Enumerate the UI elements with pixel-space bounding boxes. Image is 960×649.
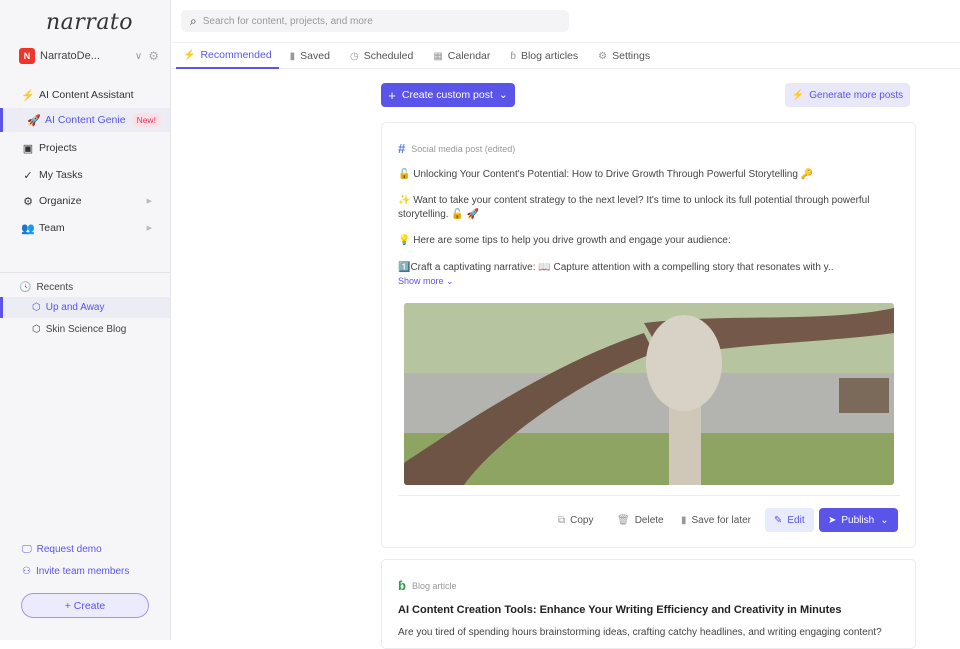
sidebar: narrato N NarratoDe... ∨ ⚙ ⚡ AI Content A…: [0, 0, 171, 640]
gear-icon: ⚙: [598, 50, 608, 62]
search-icon: ⌕: [190, 13, 197, 28]
tab-bar: ⚡ Recommended ▮ Saved ◷ Scheduled ▦ Calendar…: [171, 42, 960, 69]
bookmark-icon: ▮: [289, 50, 296, 62]
sidebar-item-ai-content-assistant[interactable]: ⚡ AI Content Assistant: [0, 83, 170, 107]
show-more-link[interactable]: Show more ⌄: [398, 276, 454, 287]
edit-button[interactable]: ✎ Edit: [765, 508, 814, 532]
delete-button[interactable]: 🗑 Delete: [617, 508, 664, 532]
tab-saved[interactable]: ▮ Saved: [281, 43, 339, 69]
post-line: 1️⃣Craft a captivating narrative: 📖 Capt…: [398, 262, 834, 273]
tab-calendar[interactable]: ▦ Calendar: [424, 43, 499, 69]
recent-item[interactable]: ⬡ Up and Away: [0, 297, 170, 318]
logo: narrato: [46, 10, 134, 35]
lightning-icon: ⚡: [21, 89, 35, 102]
send-icon: ➤: [828, 514, 837, 526]
pencil-icon: ✎: [774, 514, 783, 526]
generate-more-posts-button[interactable]: ⚡ Generate more posts: [785, 83, 910, 107]
request-demo-link[interactable]: 🖵 Request demo: [22, 544, 102, 555]
publish-button[interactable]: ➤ Publish ⌄: [819, 508, 898, 532]
trash-icon: 🗑: [617, 514, 630, 526]
bookmark-icon: ▮: [681, 514, 687, 526]
rocket-icon: 🚀: [27, 114, 41, 127]
blog-excerpt: Are you tired of spending hours brainsto…: [398, 627, 882, 638]
plus-icon: +: [388, 87, 396, 103]
tab-settings[interactable]: ⚙ Settings: [589, 43, 659, 69]
post-type: # Social media post (edited): [398, 141, 516, 156]
blog-card: ɓ Blog article AI Content Creation Tools:…: [381, 559, 916, 649]
create-button[interactable]: + Create: [21, 593, 149, 618]
arrow-right-icon: ▶: [146, 198, 152, 205]
monitor-icon: 🖵: [22, 544, 32, 555]
invite-team-link[interactable]: ⚇ Invite team members: [22, 566, 129, 577]
recents-header: 🕓 Recents: [19, 282, 74, 293]
search-input[interactable]: ⌕ Search for content, projects, and more: [181, 10, 569, 32]
cube-icon: ⬡: [32, 324, 41, 335]
blog-icon: ɓ: [398, 578, 406, 593]
blog-title[interactable]: AI Content Creation Tools: Enhance Your …: [398, 604, 842, 616]
gear-icon[interactable]: ⚙: [148, 49, 159, 63]
tab-recommended[interactable]: ⚡ Recommended: [176, 43, 279, 69]
divider: [0, 272, 170, 273]
create-custom-post-button[interactable]: + Create custom post ⌄: [381, 83, 515, 107]
checks-icon: ✓: [23, 169, 33, 182]
arrow-right-icon: ▶: [146, 225, 152, 232]
sidebar-item-ai-content-genie[interactable]: 🚀 AI Content Genie New!: [0, 108, 170, 132]
chevron-down-icon: ⌄: [880, 514, 889, 526]
lightning-icon: ⚡: [183, 49, 196, 61]
workspace-avatar: N: [19, 48, 35, 64]
post-type: ɓ Blog article: [398, 578, 457, 593]
save-for-later-button[interactable]: ▮ Save for later: [681, 508, 751, 532]
hashtag-icon: #: [398, 141, 406, 156]
add-user-icon: ⚇: [22, 566, 31, 577]
divider: [398, 495, 900, 496]
sidebar-item-projects[interactable]: ▣ Projects: [0, 136, 170, 160]
blog-icon: ɓ: [510, 50, 516, 62]
copy-button[interactable]: ⧉ Copy: [558, 508, 594, 532]
cube-icon: ⬡: [32, 302, 41, 313]
post-line: 💡 Here are some tips to help you drive g…: [398, 235, 731, 246]
sidebar-item-my-tasks[interactable]: ✓ My Tasks: [0, 163, 170, 187]
post-line: 🔓 Unlocking Your Content's Potential: Ho…: [398, 169, 814, 180]
gears-icon: ⚙: [23, 195, 33, 208]
new-badge: New!: [131, 113, 161, 127]
post-image: [404, 303, 894, 485]
workspace-name: NarratoDe...: [40, 50, 100, 62]
lightning-icon: ⚡: [791, 89, 805, 101]
tab-scheduled[interactable]: ◷ Scheduled: [341, 43, 422, 69]
clock-icon: 🕓: [19, 282, 32, 293]
clock-icon: ◷: [349, 50, 359, 62]
post-card: # Social media post (edited) 🔓 Unlocking …: [381, 122, 916, 548]
chevron-down-icon[interactable]: ∨: [135, 51, 142, 62]
chevron-down-icon: ⌄: [498, 89, 508, 101]
workspace-switcher[interactable]: N NarratoDe... ∨ ⚙: [19, 47, 159, 65]
copy-icon: ⧉: [558, 514, 566, 526]
team-icon: 👥: [21, 222, 35, 235]
calendar-icon: ▦: [433, 50, 443, 62]
sidebar-item-team[interactable]: 👥 Team ▶: [0, 216, 170, 240]
recent-item[interactable]: ⬡ Skin Science Blog: [0, 319, 170, 340]
briefcase-icon: ▣: [22, 142, 34, 155]
tab-blog-articles[interactable]: ɓ Blog articles: [501, 43, 587, 69]
sidebar-item-organize[interactable]: ⚙ Organize ▶: [0, 189, 170, 213]
post-line: ✨ Want to take your content strategy to …: [398, 195, 870, 220]
